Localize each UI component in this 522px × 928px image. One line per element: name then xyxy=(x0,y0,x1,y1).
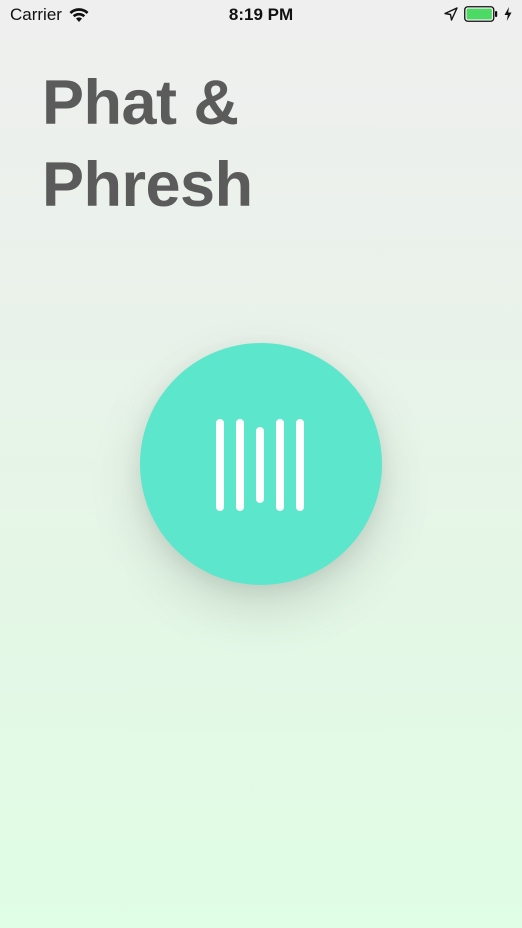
record-button[interactable] xyxy=(140,343,382,585)
app-title-line-2: Phresh xyxy=(42,150,253,220)
status-right-group xyxy=(444,6,512,22)
charging-bolt-icon xyxy=(504,7,512,21)
location-arrow-icon xyxy=(444,7,458,21)
app-title: Phat & Phresh xyxy=(42,62,253,226)
status-bar: Carrier 8:19 PM xyxy=(0,0,522,30)
app-title-line-1: Phat & xyxy=(42,68,239,138)
battery-icon xyxy=(464,6,498,22)
waveform-icon xyxy=(216,419,304,511)
